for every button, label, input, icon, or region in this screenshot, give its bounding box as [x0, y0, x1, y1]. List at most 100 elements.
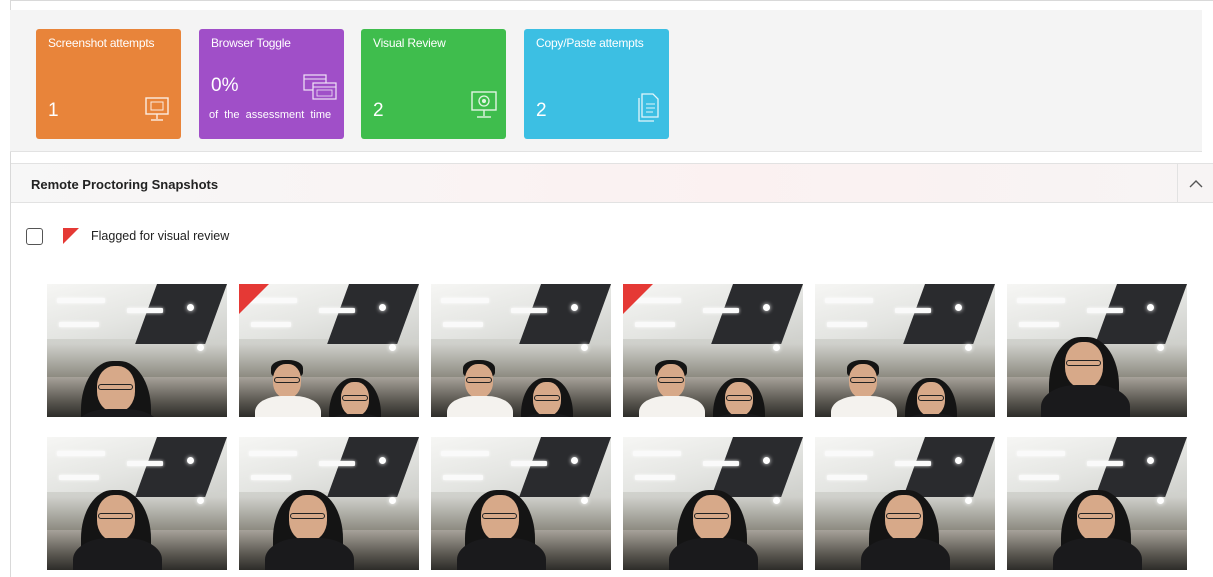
ceiling-light	[1087, 461, 1123, 466]
collapse-button[interactable]	[1177, 164, 1213, 203]
ceiling-spot	[1147, 457, 1154, 464]
person-glasses	[290, 512, 326, 519]
ceiling-light	[441, 451, 489, 456]
ceiling-spot	[571, 457, 578, 464]
person-glasses	[918, 395, 944, 401]
snapshot-thumbnail[interactable]	[431, 437, 611, 570]
person-glasses	[658, 377, 684, 383]
ceiling-light	[59, 322, 99, 327]
card-title: Visual Review	[373, 36, 446, 50]
snapshot-thumbnail[interactable]	[1007, 437, 1187, 570]
person-body	[72, 538, 162, 570]
ceiling-light	[895, 461, 931, 466]
ceiling-spot	[763, 304, 770, 311]
ceiling-spot	[379, 457, 386, 464]
card-title: Screenshot attempts	[48, 36, 155, 50]
ceiling-light	[57, 451, 105, 456]
documents-icon	[638, 93, 659, 122]
ceiling-spot	[1157, 497, 1164, 504]
visual-review-card[interactable]: Visual Review 2	[361, 29, 506, 139]
ceiling-spot	[581, 344, 588, 351]
ceiling-spot	[581, 497, 588, 504]
ceiling-spot	[187, 304, 194, 311]
ceiling-light	[59, 475, 99, 480]
person-glasses	[274, 377, 300, 383]
person-body	[255, 396, 321, 417]
ceiling-light	[827, 322, 867, 327]
person-glasses	[342, 395, 368, 401]
ceiling-light	[703, 308, 739, 313]
snapshot-thumbnail[interactable]	[239, 284, 419, 417]
card-value: 0%	[211, 75, 239, 96]
browser-toggle-card[interactable]: Browser Toggle 0% of the assessment time	[199, 29, 344, 139]
card-value: 2	[373, 100, 384, 121]
person-glasses	[482, 512, 518, 519]
person-glasses	[534, 395, 560, 401]
person-body	[639, 396, 705, 417]
flagged-filter-checkbox[interactable]	[26, 227, 43, 245]
ceiling-light	[511, 461, 547, 466]
ceiling-light	[827, 475, 867, 480]
ceiling-light	[441, 298, 489, 303]
person-body	[668, 538, 758, 570]
person-glasses	[850, 377, 876, 383]
person-body	[447, 396, 513, 417]
ceiling-light	[319, 308, 355, 313]
ceiling-spot	[955, 304, 962, 311]
ceiling-light	[249, 451, 297, 456]
screenshot-attempts-card[interactable]: Screenshot attempts 1	[36, 29, 181, 139]
copy-paste-card[interactable]: Copy/Paste attempts 2	[524, 29, 669, 139]
card-value: 1	[48, 100, 59, 121]
ceiling-spot	[763, 457, 770, 464]
ceiling-spot	[187, 457, 194, 464]
ceiling-spot	[1147, 304, 1154, 311]
ceiling-light	[825, 298, 873, 303]
snapshot-thumbnail[interactable]	[239, 437, 419, 570]
person-glasses	[1066, 359, 1102, 366]
ceiling-light	[1017, 298, 1065, 303]
person-glasses	[98, 383, 134, 390]
snapshot-thumbnail[interactable]	[47, 284, 227, 417]
person-glasses	[886, 512, 922, 519]
card-title: Browser Toggle	[211, 36, 291, 50]
ceiling-light	[635, 475, 675, 480]
ceiling-spot	[1157, 344, 1164, 351]
webcam-monitor-icon	[471, 91, 497, 118]
flag-marker-icon	[239, 284, 269, 314]
ceiling-light	[319, 461, 355, 466]
ceiling-light	[1019, 322, 1059, 327]
person-glasses	[694, 512, 730, 519]
snapshot-thumbnail[interactable]	[815, 437, 995, 570]
ceiling-light	[443, 322, 483, 327]
snapshot-thumbnail[interactable]	[815, 284, 995, 417]
flag-marker-icon	[623, 284, 653, 314]
person-glasses	[1078, 512, 1114, 519]
ceiling-light	[443, 475, 483, 480]
monitor-icon	[145, 97, 169, 121]
ceiling-spot	[197, 497, 204, 504]
ceiling-light	[57, 298, 105, 303]
flagged-legend-label: Flagged for visual review	[91, 229, 230, 243]
chevron-up-icon	[1189, 179, 1202, 187]
person-body	[1052, 538, 1142, 570]
ceiling-light	[251, 475, 291, 480]
stats-strip: Screenshot attempts 1 Browser Toggle 0% …	[10, 10, 1202, 152]
snapshot-thumbnail[interactable]	[1007, 284, 1187, 417]
ceiling-spot	[965, 344, 972, 351]
snapshot-thumbnail[interactable]	[623, 284, 803, 417]
ceiling-spot	[965, 497, 972, 504]
ceiling-spot	[389, 344, 396, 351]
ceiling-light	[251, 322, 291, 327]
ceiling-light	[703, 461, 739, 466]
ceiling-light	[635, 322, 675, 327]
ceiling-light	[895, 308, 931, 313]
flag-legend: Flagged for visual review	[26, 226, 229, 246]
snapshot-thumbnail[interactable]	[47, 437, 227, 570]
ceiling-spot	[955, 457, 962, 464]
snapshot-thumbnail[interactable]	[431, 284, 611, 417]
card-value: 2	[536, 100, 547, 121]
snapshot-thumbnail[interactable]	[623, 437, 803, 570]
snapshots-section-header: Remote Proctoring Snapshots	[11, 163, 1213, 203]
ceiling-spot	[773, 497, 780, 504]
ceiling-light	[1019, 475, 1059, 480]
